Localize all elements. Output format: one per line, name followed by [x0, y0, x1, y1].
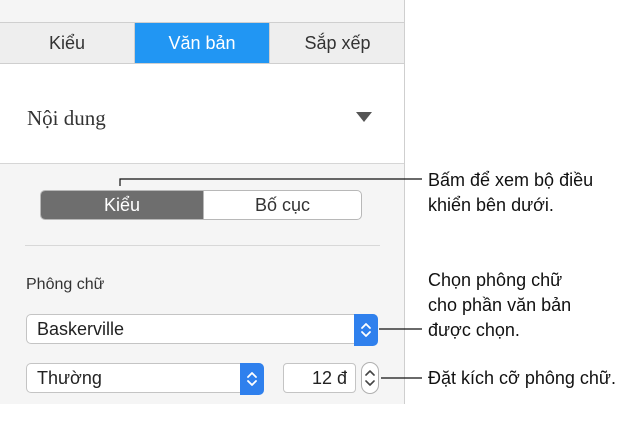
font-size-field[interactable]: 12 đ: [283, 363, 356, 393]
font-family-popup[interactable]: Baskerville: [26, 314, 378, 346]
disclosure-triangle-icon[interactable]: [356, 112, 372, 122]
font-section-heading: Phông chữ: [26, 276, 105, 293]
style-layout-segmented-control: Kiểu Bố cục: [40, 190, 362, 220]
font-weight-popup[interactable]: Thường: [26, 363, 264, 395]
format-tabs: Kiểu Văn bản Sắp xếp: [0, 22, 404, 64]
segment-layout-button[interactable]: Bố cục: [203, 191, 361, 219]
font-family-value: Baskerville: [37, 318, 125, 339]
tab-arrange[interactable]: Sắp xếp: [270, 23, 404, 63]
section-divider: [25, 245, 380, 246]
popup-chevron-icon[interactable]: [240, 363, 264, 395]
stepper-arrows-icon: [365, 370, 375, 386]
tab-style[interactable]: Kiểu: [0, 23, 135, 63]
paragraph-style-label: Nội dung: [27, 106, 106, 130]
callout-font: Chọn phông chữ cho phần văn bản được chọ…: [428, 270, 572, 340]
callout-segmented: Bấm để xem bộ điều khiển bên dưới.: [428, 170, 594, 215]
paragraph-style-selector[interactable]: Nội dung: [0, 64, 404, 164]
tab-text[interactable]: Văn bản: [135, 23, 270, 63]
callout-size: Đặt kích cỡ phông chữ.: [428, 368, 616, 388]
font-size-stepper[interactable]: [361, 362, 379, 394]
font-weight-value: Thường: [37, 367, 102, 388]
segment-style-button[interactable]: Kiểu: [41, 191, 203, 219]
popup-chevron-icon[interactable]: [354, 314, 378, 346]
format-sidebar: Kiểu Văn bản Sắp xếp Nội dung Kiểu Bố cụ…: [0, 0, 405, 404]
